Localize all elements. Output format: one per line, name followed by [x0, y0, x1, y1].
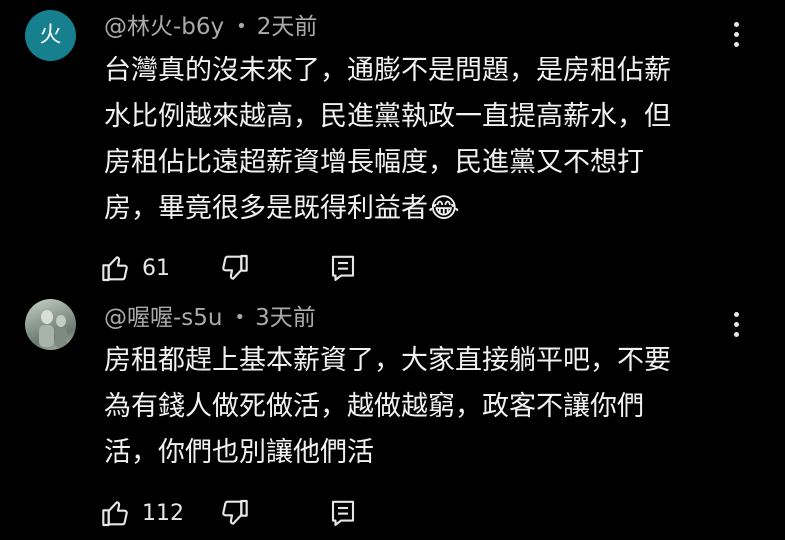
separator-dot: • — [236, 16, 247, 37]
author-name[interactable]: @喔喔-s5u — [104, 305, 223, 331]
thumbs-down-icon — [222, 499, 248, 525]
comment-meta: @林火-b6y • 2天前 — [104, 12, 317, 42]
comment-meta: @喔喔-s5u • 3天前 — [104, 303, 316, 333]
comment-time[interactable]: 2天前 — [257, 14, 318, 40]
like-button[interactable]: 112 — [100, 493, 184, 533]
like-button[interactable]: 61 — [100, 248, 170, 288]
dislike-button[interactable] — [218, 493, 250, 533]
author-name[interactable]: @林火-b6y — [104, 14, 224, 40]
like-count: 61 — [142, 255, 170, 281]
comment-time[interactable]: 3天前 — [255, 305, 316, 331]
thumbs-up-icon — [102, 256, 128, 282]
thumbs-up-icon — [102, 501, 128, 527]
comment-text: 台灣真的沒未來了，通膨不是問題，是房租佔薪 水比例越來越高，民進黨執政一直提高薪… — [104, 55, 671, 224]
like-count: 112 — [142, 500, 184, 526]
comment-item: 火 @林火-b6y • 2天前 台灣真的沒未來了，通膨不是問題，是房租佔薪 水比例越… — [0, 0, 785, 290]
thumbs-down-icon — [222, 254, 248, 280]
avatar[interactable] — [25, 299, 76, 350]
reply-icon — [331, 255, 355, 281]
dislike-button[interactable] — [218, 248, 250, 288]
comment-text: 房租都趕上基本薪資了，大家直接躺平吧，不要 為有錢人做死做活，越做越窮，政客不讓… — [104, 345, 671, 468]
avatar-photo-icon — [39, 310, 67, 348]
comment-item: @喔喔-s5u • 3天前 房租都趕上基本薪資了，大家直接躺平吧，不要 為有錢人做死… — [0, 290, 785, 540]
reply-button[interactable] — [328, 248, 358, 288]
separator-dot: • — [234, 307, 246, 328]
reply-button[interactable] — [328, 493, 358, 533]
avatar[interactable]: 火 — [25, 10, 76, 61]
reply-icon — [331, 500, 355, 526]
